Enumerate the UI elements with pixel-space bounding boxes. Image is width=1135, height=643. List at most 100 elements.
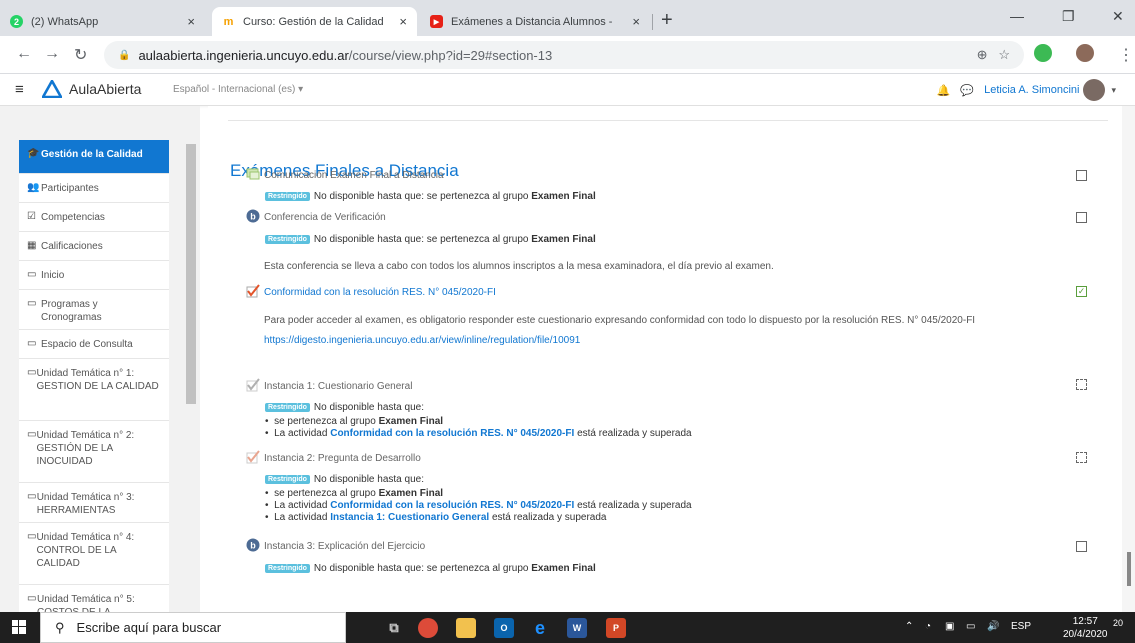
reload-icon[interactable]: ↻ bbox=[74, 45, 87, 65]
restriction-item: • La actividad Conformidad con la resolu… bbox=[265, 500, 692, 511]
user-menu[interactable]: 🔔 💬 Leticia A. Simoncini ▾ bbox=[937, 79, 1116, 101]
minimize-icon[interactable]: — bbox=[1010, 8, 1024, 24]
activity-link[interactable]: Instancia 1: Cuestionario General bbox=[330, 512, 489, 523]
drawer-item-label: Participantes bbox=[41, 183, 99, 194]
url-path: /course/view.php?id=29#section-13 bbox=[348, 47, 553, 63]
completion-checkbox-done[interactable]: ✓ bbox=[1076, 286, 1087, 297]
bell-icon[interactable]: 🔔 bbox=[937, 84, 951, 97]
drawer-item[interactable]: ▭Unidad Temática n° 5: COSTOS DE LA bbox=[19, 585, 169, 612]
regulation-link[interactable]: https://digesto.ingenieria.uncuyo.edu.ar… bbox=[264, 335, 580, 346]
chevron-down-icon[interactable]: ▾ bbox=[1111, 85, 1116, 96]
folder-icon: ▭ bbox=[27, 531, 37, 542]
activity-link[interactable]: Conformidad con la resolución RES. N° 04… bbox=[330, 428, 574, 439]
user-name[interactable]: Leticia A. Simoncini bbox=[984, 84, 1079, 96]
task-view-icon[interactable]: ⧉ bbox=[384, 618, 404, 638]
maximize-icon[interactable]: ❐ bbox=[1062, 8, 1075, 25]
meet-icon[interactable]: ▣ bbox=[945, 621, 954, 632]
drawer-item[interactable]: ▭ Unidad Temática n° 3: HERRAMIENTAS bbox=[19, 483, 169, 523]
window-close-icon[interactable]: ✕ bbox=[1112, 8, 1124, 25]
drawer-item-label: Unidad Temática n° 2: GESTIÓN DE LA INOC… bbox=[36, 430, 135, 467]
powerpoint-icon[interactable]: P bbox=[606, 618, 626, 638]
close-icon[interactable]: × bbox=[187, 14, 195, 29]
drawer-item[interactable]: ▭ Inicio bbox=[19, 261, 169, 290]
omnibox-icons: ⊕ ☆ bbox=[977, 47, 1010, 63]
internet-explorer-icon[interactable]: e bbox=[530, 618, 550, 638]
word-icon[interactable]: W bbox=[567, 618, 587, 638]
drawer-item[interactable]: 👥 Participantes bbox=[19, 174, 169, 203]
site-brand[interactable]: AulaAbierta bbox=[69, 81, 141, 97]
extension-icon[interactable] bbox=[1034, 44, 1052, 62]
tab-examenes[interactable]: ▶ Exámenes a Distancia Alumnos - × bbox=[420, 7, 650, 36]
taskbar-clock[interactable]: 12:57 20/4/2020 bbox=[1063, 615, 1108, 641]
drawer-scroll-thumb[interactable] bbox=[186, 144, 196, 404]
drawer-item[interactable]: ▭ Espacio de Consulta bbox=[19, 330, 169, 359]
drawer-item[interactable]: 🎓 Gestión de la Calidad bbox=[19, 140, 169, 174]
battery-icon[interactable]: ▭ bbox=[966, 621, 975, 632]
zoom-icon[interactable]: ⊕ bbox=[977, 47, 988, 62]
back-icon[interactable]: ← bbox=[16, 45, 32, 63]
outlook-icon[interactable]: O bbox=[494, 618, 514, 638]
avatar[interactable] bbox=[1083, 79, 1106, 101]
url-input[interactable]: 🔒 aulaabierta.ingenieria.uncuyo.edu.ar/c… bbox=[104, 41, 1024, 69]
activity-title[interactable]: Instancia 1: Cuestionario General bbox=[264, 381, 412, 392]
notification-center-icon[interactable]: 20 bbox=[1108, 618, 1128, 636]
youtube-icon: ▶ bbox=[430, 15, 443, 28]
browser-menu-icon[interactable]: ⋮ bbox=[1118, 45, 1134, 65]
chrome-icon[interactable] bbox=[418, 618, 438, 638]
quiz-icon bbox=[246, 450, 260, 464]
completion-checkbox[interactable] bbox=[1076, 170, 1087, 181]
restriction-info: Restringido No disponible hasta que: se … bbox=[265, 191, 596, 202]
address-bar: ← → ↻ 🔒 aulaabierta.ingenieria.uncuyo.ed… bbox=[0, 36, 1135, 74]
restriction-info: Restringido No disponible hasta que: bbox=[265, 474, 424, 485]
tab-whatsapp[interactable]: 2 (2) WhatsApp × bbox=[0, 7, 205, 36]
tab-curso[interactable]: m Curso: Gestión de la Calidad × bbox=[212, 7, 417, 36]
activity-link[interactable]: Conformidad con la resolución RES. N° 04… bbox=[330, 500, 574, 511]
restriction-info: Restringido No disponible hasta que: bbox=[265, 402, 424, 413]
activity-title[interactable]: Conferencia de Verificación bbox=[264, 212, 386, 223]
drawer-item[interactable]: ▭ Unidad Temática n° 4: CONTROL DE LA CAL… bbox=[19, 523, 169, 585]
page-scrollbar[interactable] bbox=[1122, 106, 1135, 612]
drawer-item[interactable]: ☑ Competencias bbox=[19, 203, 169, 232]
activity-title[interactable]: Instancia 2: Pregunta de Desarrollo bbox=[264, 453, 421, 464]
drawer-item[interactable]: ▦ Calificaciones bbox=[19, 232, 169, 261]
network-icon[interactable]: ◔ bbox=[925, 621, 931, 632]
drawer-item[interactable]: ▭ Unidad Temática n° 1: GESTION DE LA CAL… bbox=[19, 359, 169, 421]
bookmark-star-icon[interactable]: ☆ bbox=[998, 47, 1010, 62]
folder-icon: ▭ bbox=[27, 367, 37, 378]
quiz-icon bbox=[246, 284, 260, 298]
activity-title[interactable]: Instancia 3: Explicación del Ejercicio bbox=[264, 541, 425, 552]
new-tab-button[interactable]: + bbox=[661, 9, 673, 32]
profile-avatar[interactable] bbox=[1076, 44, 1094, 62]
completion-checkbox[interactable] bbox=[1076, 541, 1087, 552]
completion-checkbox[interactable] bbox=[1076, 452, 1087, 463]
tab-separator bbox=[652, 14, 653, 30]
drawer-item-label: Unidad Temática n° 5: COSTOS DE LA bbox=[36, 594, 135, 612]
taskbar-search-input[interactable]: ⚲ Escribe aquí para buscar bbox=[40, 612, 346, 643]
restriction-item: • se pertenezca al grupo Examen Final bbox=[265, 488, 444, 499]
section-divider bbox=[228, 120, 1108, 121]
volume-icon[interactable]: 🔊 bbox=[987, 621, 999, 632]
folder-icon: ▭ bbox=[27, 491, 37, 502]
input-language[interactable]: ESP bbox=[1011, 621, 1031, 632]
course-content: Exámenes Finales a Distancia Comunicació… bbox=[208, 106, 1122, 612]
restriction-item: • La actividad Conformidad con la resolu… bbox=[265, 428, 692, 439]
language-selector[interactable]: Español - Internacional (es) ▾ bbox=[173, 84, 303, 95]
file-explorer-icon[interactable] bbox=[456, 618, 476, 638]
windows-start-icon[interactable] bbox=[12, 620, 26, 634]
hamburger-menu-icon[interactable]: ≡ bbox=[15, 81, 24, 98]
close-icon[interactable]: × bbox=[632, 14, 640, 29]
activity-title[interactable]: Conformidad con la resolución RES. N° 04… bbox=[264, 287, 496, 298]
message-icon[interactable]: 💬 bbox=[960, 84, 974, 97]
forward-icon[interactable]: → bbox=[44, 45, 60, 63]
page-scroll-thumb[interactable] bbox=[1127, 552, 1131, 586]
drawer-item[interactable]: ▭ Programas y Cronogramas bbox=[19, 290, 169, 330]
graduation-cap-icon: 🎓 bbox=[27, 148, 40, 159]
completion-checkbox[interactable] bbox=[1076, 379, 1087, 390]
drawer-item[interactable]: ▭ Unidad Temática n° 2: GESTIÓN DE LA INO… bbox=[19, 421, 169, 483]
drawer-item-label: Unidad Temática n° 4: CONTROL DE LA CALI… bbox=[36, 532, 135, 569]
activity-title[interactable]: Comunicación Examen Final a Distancia bbox=[264, 170, 444, 181]
close-icon[interactable]: × bbox=[399, 14, 407, 29]
drawer-item-label: Programas y Cronogramas bbox=[41, 299, 102, 323]
tray-chevron-icon[interactable]: ⌃ bbox=[905, 621, 913, 632]
completion-checkbox[interactable] bbox=[1076, 212, 1087, 223]
